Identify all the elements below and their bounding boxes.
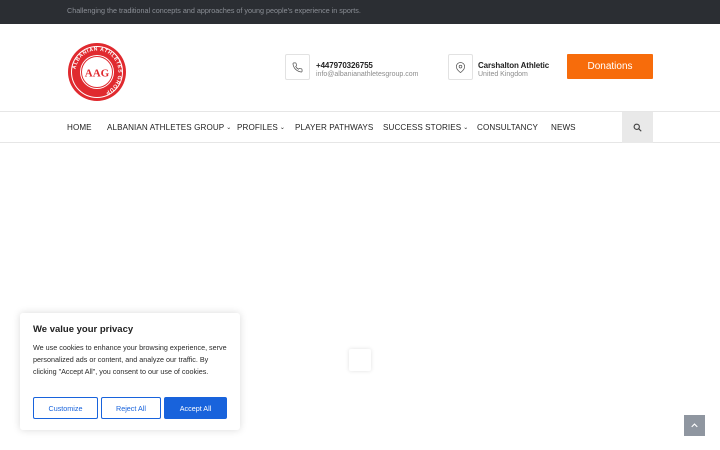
reject-all-button[interactable]: Reject All [101, 397, 161, 419]
email-address[interactable]: info@albanianathletesgroup.com [316, 71, 418, 78]
search-button[interactable] [622, 112, 653, 143]
customize-button[interactable]: Customize [33, 397, 98, 419]
nav-label: HOME [67, 123, 92, 132]
cookie-consent-banner: We value your privacy We use cookies to … [20, 313, 240, 430]
phone-icon [292, 62, 303, 72]
phone-number[interactable]: +447970326755 [316, 61, 373, 70]
chevron-up-icon [691, 423, 698, 428]
loading-spinner [349, 349, 371, 371]
nav-item-news[interactable]: NEWS [551, 123, 576, 132]
chevron-down-icon: ⌄ [279, 125, 285, 131]
location-icon-box [448, 54, 473, 80]
nav-item-profiles[interactable]: PROFILES ⌄ [237, 123, 285, 132]
nav-item-home[interactable]: HOME [67, 123, 92, 132]
nav-item-albanian-athletes-group[interactable]: ALBANIAN ATHLETES GROUP ⌄ [107, 123, 231, 132]
nav-label: CONSULTANCY [477, 123, 539, 132]
logo-monogram: AAG [85, 68, 110, 80]
chevron-down-icon: ⌄ [463, 125, 469, 131]
cookie-description: We use cookies to enhance your browsing … [33, 343, 227, 376]
cookie-title: We value your privacy [33, 324, 134, 335]
map-pin-icon [456, 61, 465, 73]
nav-label: PLAYER PATHWAYS [295, 123, 374, 132]
nav-label: ALBANIAN ATHLETES GROUP [107, 123, 225, 132]
location-subtitle: United Kingdom [478, 71, 528, 78]
phone-icon-box [285, 54, 310, 80]
nav-label: NEWS [551, 123, 576, 132]
location-title: Carshalton Athletic [478, 61, 550, 70]
chevron-down-icon: ⌄ [226, 125, 232, 131]
nav-label: SUCCESS STORIES [383, 123, 462, 132]
search-icon [633, 123, 642, 132]
back-to-top-button[interactable] [684, 415, 705, 436]
site-logo[interactable]: ALBANIAN ATHLETES GROUP AAG [66, 41, 128, 103]
donations-button[interactable]: Donations [567, 54, 653, 79]
nav-item-consultancy[interactable]: CONSULTANCY [477, 123, 538, 132]
nav-label: PROFILES [237, 123, 278, 132]
main-nav: HOME ALBANIAN ATHLETES GROUP ⌄ PROFILES ⌄ … [0, 112, 720, 143]
top-bar: Challenging the traditional concepts and… [0, 0, 720, 24]
site-tagline: Challenging the traditional concepts and… [67, 6, 361, 15]
site-header: ALBANIAN ATHLETES GROUP AAG +44797032675… [0, 24, 720, 112]
accept-all-button[interactable]: Accept All [164, 397, 227, 419]
nav-item-player-pathways[interactable]: PLAYER PATHWAYS [295, 123, 373, 132]
nav-item-success-stories[interactable]: SUCCESS STORIES ⌄ [383, 123, 468, 132]
